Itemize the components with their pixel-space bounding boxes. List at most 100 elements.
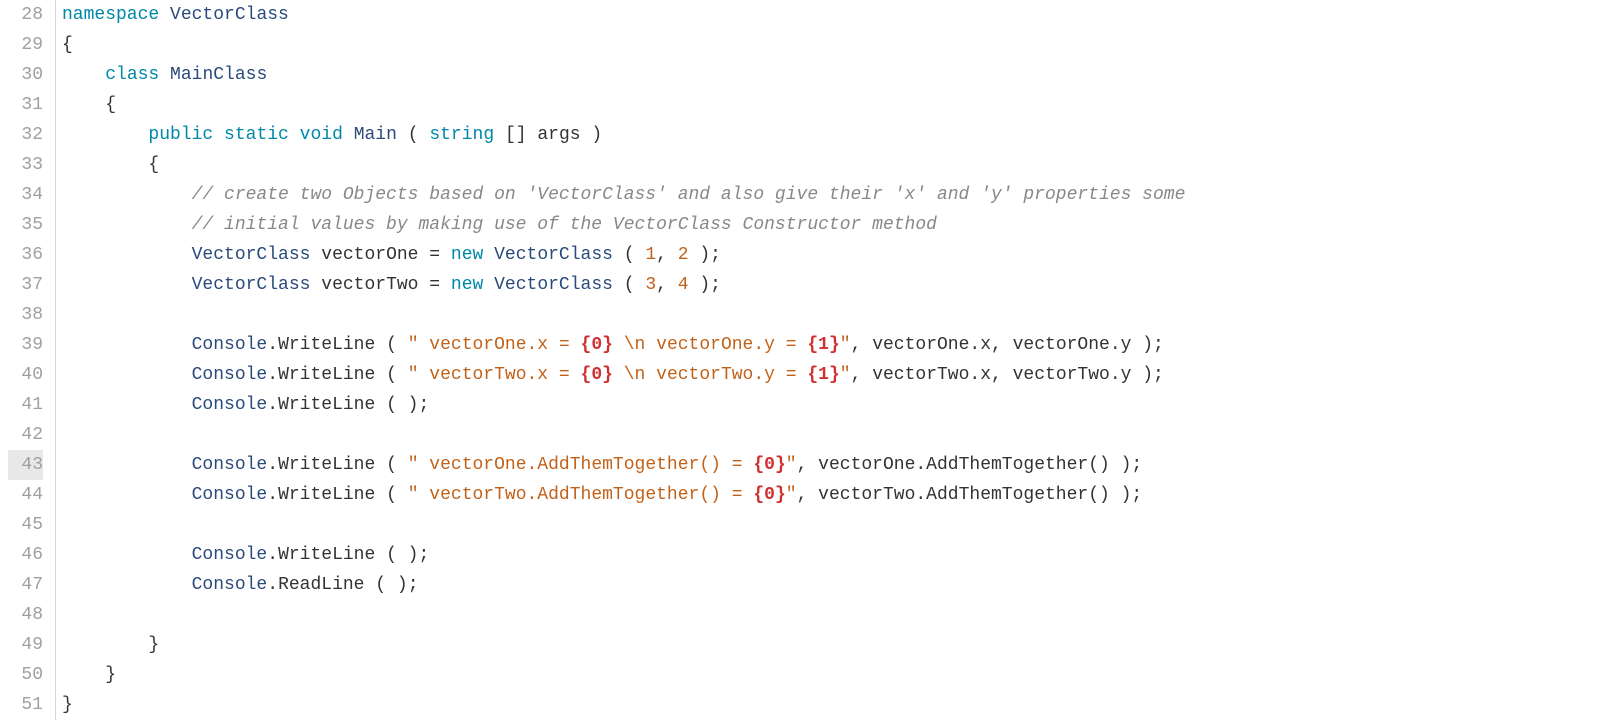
token-str: " vectorTwo.AddThemTogether() = [408, 485, 754, 505]
token-punct: ( [375, 455, 407, 475]
line-number: 30 [8, 60, 43, 90]
token-method: WriteLine [278, 485, 375, 505]
code-line[interactable]: Console.WriteLine ( ); [62, 390, 1185, 420]
line-number-gutter: 2829303132333435363738394041424344454647… [0, 0, 56, 720]
token-fmt: {1} [807, 365, 839, 385]
token-punct [62, 65, 105, 85]
code-line[interactable]: { [62, 150, 1185, 180]
token-punct [62, 185, 192, 205]
code-line[interactable]: class MainClass [62, 60, 1185, 90]
token-punct [310, 245, 321, 265]
code-line[interactable]: } [62, 660, 1185, 690]
code-line[interactable]: Console.WriteLine ( " vectorTwo.AddThemT… [62, 480, 1185, 510]
token-punct: , [656, 275, 678, 295]
token-type: Console [192, 365, 268, 385]
token-punct: , [656, 245, 678, 265]
token-punct [159, 5, 170, 25]
token-punct [159, 65, 170, 85]
token-punct [343, 125, 354, 145]
line-number: 35 [8, 210, 43, 240]
token-type: Console [192, 485, 268, 505]
token-ident: vectorOne [321, 245, 418, 265]
token-type: VectorClass [494, 245, 613, 265]
line-number: 45 [8, 510, 43, 540]
line-number: 36 [8, 240, 43, 270]
code-line[interactable] [62, 300, 1185, 330]
token-type: MainClass [170, 65, 267, 85]
token-punct [213, 125, 224, 145]
code-line[interactable]: namespace VectorClass [62, 0, 1185, 30]
token-punct: = [418, 275, 450, 295]
token-method: WriteLine [278, 455, 375, 475]
line-number: 46 [8, 540, 43, 570]
token-str [613, 365, 624, 385]
token-punct: ) [581, 125, 603, 145]
token-str: " vectorOne.x = [408, 335, 581, 355]
token-method: ReadLine [278, 575, 364, 595]
line-number: 29 [8, 30, 43, 60]
code-line[interactable]: VectorClass vectorOne = new VectorClass … [62, 240, 1185, 270]
token-esc: \n [624, 365, 646, 385]
token-str [613, 335, 624, 355]
token-punct [62, 335, 192, 355]
line-number: 47 [8, 570, 43, 600]
token-punct [62, 545, 192, 565]
line-number: 28 [8, 0, 43, 30]
token-punct: . [267, 485, 278, 505]
token-kw: string [429, 125, 494, 145]
line-number: 43 [8, 450, 43, 480]
code-line[interactable]: Console.WriteLine ( " vectorTwo.x = {0} … [62, 360, 1185, 390]
token-punct: ( [613, 275, 645, 295]
code-line[interactable] [62, 420, 1185, 450]
token-ident: vectorTwo [321, 275, 418, 295]
code-line[interactable]: Console.WriteLine ( " vectorOne.AddThemT… [62, 450, 1185, 480]
code-line[interactable]: } [62, 690, 1185, 720]
token-type: Console [192, 335, 268, 355]
token-punct: , vectorTwo.x, vectorTwo.y ); [851, 365, 1164, 385]
token-str: " [840, 335, 851, 355]
code-line[interactable] [62, 510, 1185, 540]
token-punct [62, 275, 192, 295]
token-punct: ); [689, 245, 721, 265]
token-str: " vectorOne.AddThemTogether() = [408, 455, 754, 475]
token-type: VectorClass [494, 275, 613, 295]
token-punct: ( [375, 485, 407, 505]
token-punct: . [267, 545, 278, 565]
token-str: vectorOne.y = [645, 335, 807, 355]
code-line[interactable]: } [62, 630, 1185, 660]
token-punct: . [267, 455, 278, 475]
token-punct: { [62, 155, 159, 175]
token-punct [310, 275, 321, 295]
token-str: " vectorTwo.x = [408, 365, 581, 385]
code-line[interactable]: { [62, 90, 1185, 120]
code-line[interactable]: public static void Main ( string [] args… [62, 120, 1185, 150]
token-punct: ( [375, 335, 407, 355]
code-editor-area[interactable]: namespace VectorClass{ class MainClass {… [56, 0, 1185, 720]
token-punct [62, 395, 192, 415]
token-kw: static [224, 125, 289, 145]
token-args: args [537, 125, 580, 145]
line-number: 33 [8, 150, 43, 180]
code-line[interactable]: Console.ReadLine ( ); [62, 570, 1185, 600]
line-number: 34 [8, 180, 43, 210]
token-punct: } [62, 665, 116, 685]
code-line[interactable]: // create two Objects based on 'VectorCl… [62, 180, 1185, 210]
code-line[interactable]: Console.WriteLine ( " vectorOne.x = {0} … [62, 330, 1185, 360]
token-punct: , vectorOne.AddThemTogether() ); [797, 455, 1143, 475]
token-method: WriteLine [278, 335, 375, 355]
token-num: 4 [678, 275, 689, 295]
code-line[interactable] [62, 600, 1185, 630]
token-type: Console [192, 395, 268, 415]
token-type: Console [192, 575, 268, 595]
token-kw: class [105, 65, 159, 85]
token-str: vectorTwo.y = [645, 365, 807, 385]
code-line[interactable]: VectorClass vectorTwo = new VectorClass … [62, 270, 1185, 300]
code-line[interactable]: // initial values by making use of the V… [62, 210, 1185, 240]
code-line[interactable]: { [62, 30, 1185, 60]
token-type: Main [354, 125, 397, 145]
line-number: 31 [8, 90, 43, 120]
token-fmt: {0} [581, 335, 613, 355]
code-line[interactable]: Console.WriteLine ( ); [62, 540, 1185, 570]
token-kw: public [148, 125, 213, 145]
token-str: " [786, 455, 797, 475]
